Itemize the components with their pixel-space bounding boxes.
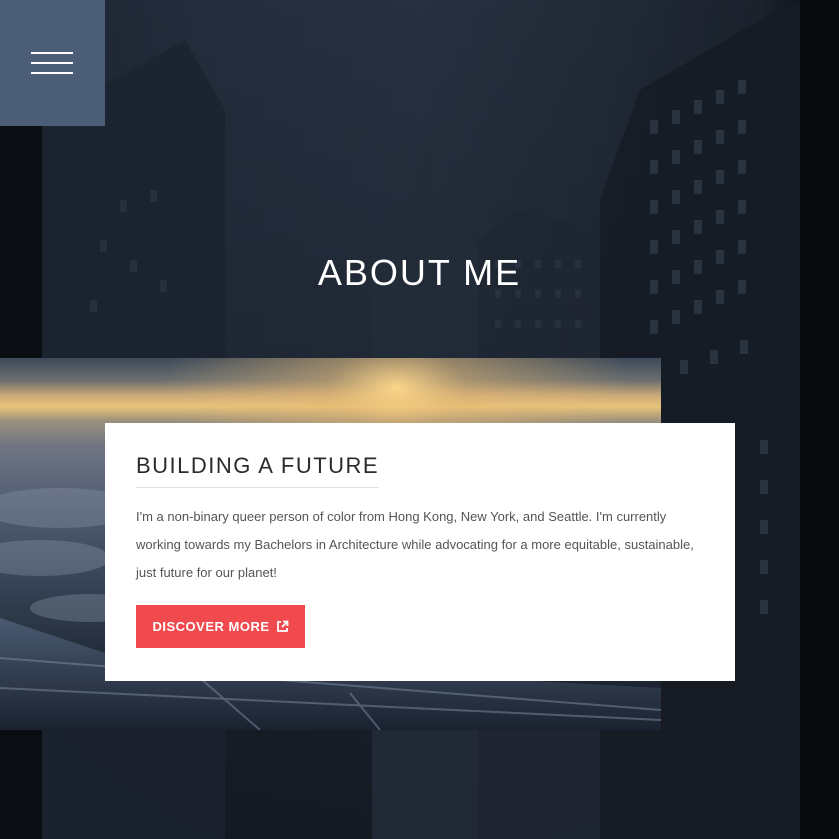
page-title: ABOUT ME [317,252,522,293]
card-description: I'm a non-binary queer person of color f… [136,509,694,580]
page: ABOUT ME BUILDING A FUTURE I'm a non-bin… [0,0,839,839]
discover-more-button[interactable]: DISCOVER MORE [136,605,305,648]
hamburger-icon [31,52,73,54]
card-title: BUILDING A FUTURE [136,453,380,488]
about-card: BUILDING A FUTURE I'm a non-binary queer… [105,423,735,681]
menu-button[interactable] [0,0,105,126]
hamburger-icon-bar [31,72,73,74]
discover-more-label: DISCOVER MORE [152,619,270,634]
external-link-icon [276,620,289,633]
hamburger-icon-bar [31,62,73,64]
